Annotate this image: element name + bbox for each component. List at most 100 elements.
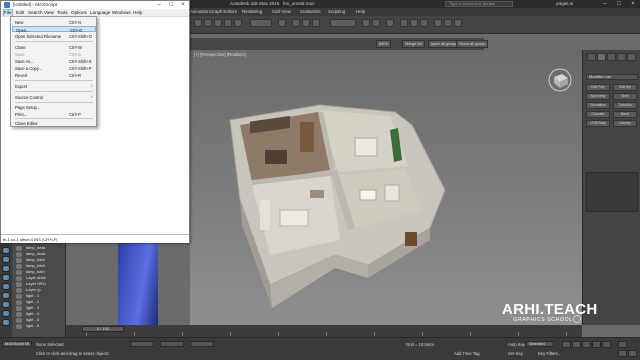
key-mode-dropdown[interactable]: Selected: [526, 341, 554, 347]
x-coordinate-field[interactable]: [130, 341, 154, 347]
align-icon[interactable]: [372, 19, 380, 27]
menu-tools[interactable]: Tools: [57, 10, 68, 15]
user-label[interactable]: yoigan.ru: [556, 1, 573, 6]
menu-item-close-editor[interactable]: Close Editor: [12, 120, 96, 126]
angle-snap-icon[interactable]: [302, 19, 310, 27]
visibility-icon[interactable]: [16, 312, 22, 317]
menu-windows[interactable]: Windows: [112, 10, 131, 15]
modifier-button[interactable]: Unwrap: [613, 120, 637, 127]
auto-key-button[interactable]: Auto Key: [508, 342, 525, 347]
timeline[interactable]: 0 / 100: [66, 325, 582, 337]
menu-item-close[interactable]: Close Ctrl+W: [12, 44, 96, 50]
show-all-group-button[interactable]: Show all group: [456, 40, 489, 48]
filter-bones-icon[interactable]: [2, 319, 10, 326]
menu-graph-editors[interactable]: Graph Editors: [210, 9, 237, 14]
list-item[interactable]: light - 6: [26, 323, 62, 329]
render-frame-icon[interactable]: [444, 19, 452, 27]
add-time-tag-button[interactable]: Add Time Tag: [454, 351, 480, 356]
menu-help[interactable]: Help: [356, 9, 365, 14]
visibility-icon[interactable]: [16, 324, 22, 329]
move-icon[interactable]: [214, 19, 222, 27]
menu-item-source-control[interactable]: Source Control ›: [12, 94, 96, 100]
key-filters-button[interactable]: Key Filters...: [538, 351, 561, 356]
play-icon[interactable]: [582, 341, 591, 348]
y-coordinate-field[interactable]: [160, 341, 184, 347]
display-tab-icon[interactable]: [627, 53, 636, 61]
minimize-icon[interactable]: –: [153, 1, 165, 9]
visibility-icon[interactable]: [16, 264, 22, 269]
modifier-button[interactable]: TurboSm: [613, 102, 637, 109]
visibility-icon[interactable]: [16, 276, 22, 281]
menu-rendering[interactable]: Rendering: [242, 9, 262, 14]
reference-coord-dropdown[interactable]: [250, 19, 272, 27]
filter-geometry-icon[interactable]: [2, 247, 10, 254]
layer-icon[interactable]: [386, 19, 394, 27]
create-tab-icon[interactable]: [587, 53, 596, 61]
menu-civil-view[interactable]: Civil View: [272, 9, 291, 14]
search-input[interactable]: Type a keyword or phrase: [445, 1, 513, 7]
perspective-viewport[interactable]: [+] [Perspective] [Realistic]: [190, 50, 582, 325]
curve-editor-icon[interactable]: [400, 19, 408, 27]
menu-language[interactable]: Language: [90, 10, 110, 15]
menu-edit[interactable]: Edit: [16, 10, 24, 15]
hierarchy-tab-icon[interactable]: [607, 53, 616, 61]
menu-item-open[interactable]: Open... Ctrl+O: [12, 26, 96, 33]
render-setup-icon[interactable]: [434, 19, 442, 27]
select-icon[interactable]: [194, 19, 202, 27]
menu-item-new[interactable]: New Ctrl+N: [12, 19, 96, 25]
filter-helpers-icon[interactable]: [2, 283, 10, 290]
time-slider[interactable]: 0 / 100: [82, 326, 124, 332]
menu-view[interactable]: View: [44, 10, 54, 15]
previous-frame-icon[interactable]: [572, 341, 581, 348]
modifier-list-dropdown[interactable]: Modifier List: [586, 74, 638, 80]
menu-scripting[interactable]: Scripting: [328, 9, 345, 14]
modifier-button[interactable]: Normalize: [586, 102, 610, 109]
go-to-start-icon[interactable]: [562, 341, 571, 348]
close-icon[interactable]: ×: [626, 0, 640, 8]
menu-item-page-setup[interactable]: Page Setup...: [12, 104, 96, 110]
maxscript-mini-listener[interactable]: MAXScript Mi: [2, 341, 32, 347]
filter-groups-icon[interactable]: [2, 301, 10, 308]
menu-item-print[interactable]: Print... Ctrl+P: [12, 111, 96, 117]
schematic-icon[interactable]: [410, 19, 418, 27]
material-editor-icon[interactable]: [420, 19, 428, 27]
filter-xrefs-icon[interactable]: [2, 310, 10, 317]
modifier-button[interactable]: Chamfer: [586, 111, 610, 118]
filter-shapes-icon[interactable]: [2, 256, 10, 263]
modifier-button[interactable]: Edit Spl: [613, 84, 637, 91]
menu-customize[interactable]: Customize: [300, 9, 321, 14]
modifier-button[interactable]: Symmetry: [586, 93, 610, 100]
named-selection-dropdown[interactable]: [330, 19, 356, 27]
visibility-icon[interactable]: [16, 282, 22, 287]
menu-item-revert[interactable]: Revert Ctrl+R: [12, 72, 96, 78]
menu-help[interactable]: Help: [133, 10, 142, 15]
visibility-icon[interactable]: [16, 270, 22, 275]
visibility-icon[interactable]: [16, 318, 22, 323]
visibility-icon[interactable]: [16, 258, 22, 263]
maximize-icon[interactable]: □: [165, 1, 177, 9]
modifier-button[interactable]: Edit Poly: [586, 84, 610, 91]
select-region-icon[interactable]: [204, 19, 212, 27]
scale-icon[interactable]: [234, 19, 242, 27]
set-key-button[interactable]: Set Key: [508, 351, 523, 356]
visibility-icon[interactable]: [16, 252, 22, 257]
maxscript-title-bar[interactable]: [Untitled] - MAXScript – □ ×: [1, 1, 189, 9]
percent-snap-icon[interactable]: [312, 19, 320, 27]
modifier-stack[interactable]: [586, 172, 638, 212]
visibility-icon[interactable]: [16, 306, 22, 311]
open-all-group-button[interactable]: open all group: [428, 40, 460, 48]
menu-item-save-a-copy[interactable]: Save a Copy... Ctrl+Shift+P: [12, 65, 96, 71]
maximize-viewport-icon[interactable]: [628, 350, 637, 357]
modifier-button[interactable]: Bend: [613, 111, 637, 118]
modifier-button[interactable]: UVW Map: [586, 120, 610, 127]
zoom-extents-icon[interactable]: [618, 341, 627, 348]
merge-all-button[interactable]: Merge All: [402, 40, 425, 48]
snap-icon[interactable]: [292, 19, 300, 27]
visibility-icon[interactable]: [16, 300, 22, 305]
orbit-icon[interactable]: [618, 350, 627, 357]
maximize-icon[interactable]: □: [612, 0, 626, 8]
rotate-icon[interactable]: [224, 19, 232, 27]
visibility-icon[interactable]: [16, 288, 22, 293]
motion-tab-icon[interactable]: [617, 53, 626, 61]
visibility-icon[interactable]: [16, 246, 22, 251]
